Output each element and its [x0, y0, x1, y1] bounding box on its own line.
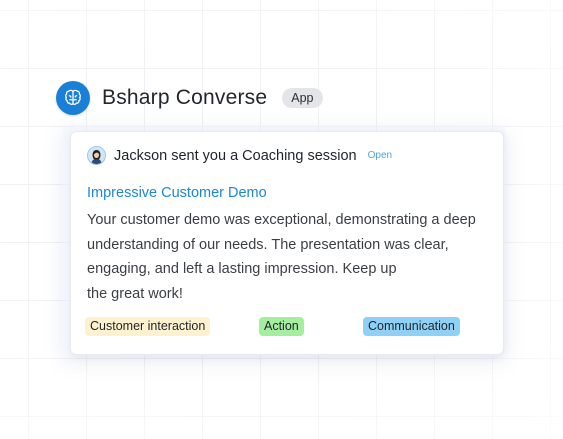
body-line: understanding of our needs. The presenta… [87, 236, 449, 253]
body-line: Your customer demo was exceptional, demo… [87, 212, 476, 228]
tag-list: Customer interaction Action Communicatio… [71, 317, 503, 337]
app-name: Bsharp Converse [102, 86, 268, 109]
notification-title: Impressive Customer Demo [87, 185, 267, 201]
app-badge: App [282, 88, 323, 108]
sender-row: Jackson sent you a Coaching session Open [87, 146, 392, 165]
brain-icon [56, 81, 90, 115]
tag-communication: Communication [363, 317, 460, 336]
tag-customer-interaction: Customer interaction [85, 317, 211, 336]
body-line: the great work! [87, 285, 183, 302]
notification-body: Your customer demo was exceptional, demo… [87, 208, 497, 306]
open-link[interactable]: Open [368, 150, 392, 161]
app-header: Bsharp Converse App [56, 81, 323, 115]
sender-text: Jackson sent you a Coaching session [114, 147, 357, 164]
avatar [87, 146, 106, 165]
tag-action: Action [259, 317, 304, 336]
body-line: engaging, and left a lasting impression.… [87, 261, 397, 277]
notification-card[interactable]: Jackson sent you a Coaching session Open… [70, 131, 504, 355]
